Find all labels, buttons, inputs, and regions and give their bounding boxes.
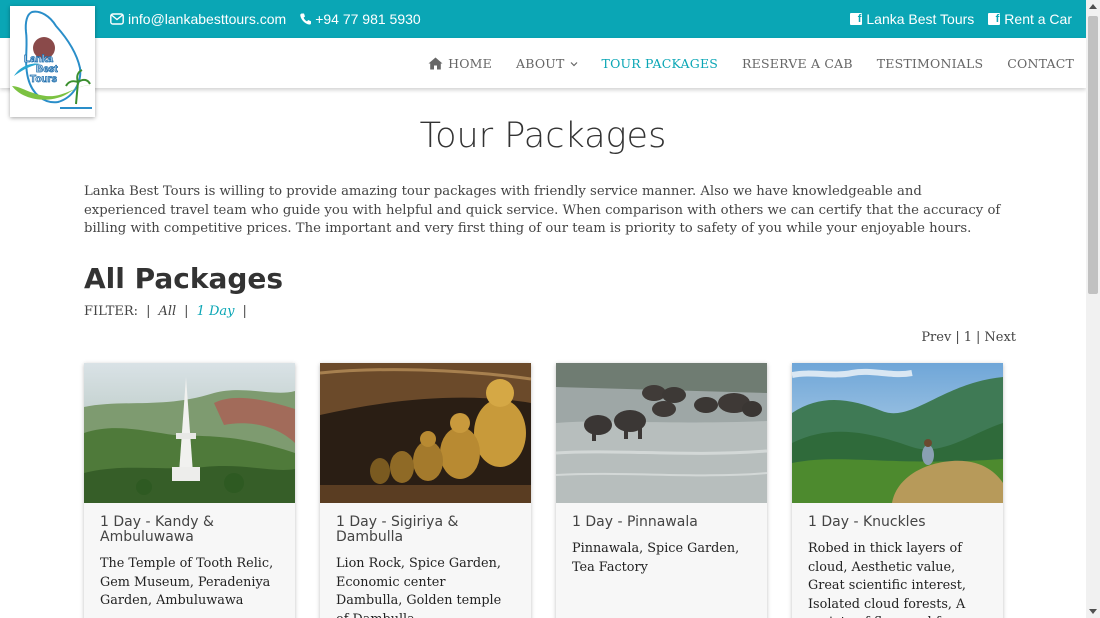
- package-description: Lion Rock, Spice Garden, Economic center…: [336, 556, 502, 618]
- pinnawala-elephants-photo: [556, 363, 767, 503]
- package-description: Robed in thick layers of cloud, Aestheti…: [808, 541, 972, 618]
- main-nav: HOME ABOUT TOUR PACKAGES RESERVE A CAB T…: [428, 56, 1074, 71]
- package-card-pinnawala[interactable]: 1 Day - Pinnawala Pinnawala, Spice Garde…: [556, 363, 767, 618]
- pager-page-1[interactable]: 1: [964, 330, 972, 345]
- package-title: 1 Day - Pinnawala: [572, 514, 698, 530]
- package-cards: 1 Day - Kandy & Ambuluwawa The Temple of…: [84, 363, 1003, 618]
- scroll-up-arrow-icon[interactable]: [1089, 4, 1097, 9]
- logo-text-line3: Tours: [30, 74, 57, 85]
- filter-separator: |: [242, 304, 247, 319]
- pager-prev[interactable]: Prev: [921, 330, 951, 345]
- dambulla-buddha-statues-photo: [320, 363, 531, 503]
- ambuluwawa-tower-photo: [84, 363, 295, 503]
- facebook-link-lanka-best-tours[interactable]: f Lanka Best Tours: [850, 11, 974, 27]
- package-card-knuckles[interactable]: 1 Day - Knuckles Robed in thick layers o…: [792, 363, 1003, 618]
- nav-label: RESERVE A CAB: [742, 56, 853, 71]
- phone-link[interactable]: +94 77 981 5930: [300, 11, 421, 27]
- package-title: 1 Day - Kandy & Ambuluwawa: [100, 514, 214, 545]
- page-scrollbar[interactable]: [1086, 0, 1100, 618]
- email-link[interactable]: info@lankabesttours.com: [110, 11, 286, 27]
- site-logo[interactable]: Lanka Best Tours: [10, 6, 95, 117]
- package-description: Pinnawala, Spice Garden, Tea Factory: [572, 541, 740, 575]
- page-title: Tour Packages: [419, 116, 667, 156]
- pager-separator: |: [955, 330, 960, 345]
- package-filter: FILTER: | All | 1 Day |: [84, 304, 247, 319]
- package-description: The Temple of Tooth Relic, Gem Museum, P…: [100, 556, 274, 609]
- scroll-down-arrow-icon[interactable]: [1089, 609, 1097, 614]
- contact-info: info@lankabesttours.com +94 77 981 5930: [110, 11, 421, 27]
- knuckles-mountain-photo: [792, 363, 1003, 503]
- filter-label: FILTER:: [84, 304, 139, 319]
- social-links: f Lanka Best Tours f Rent a Car: [850, 11, 1072, 27]
- filter-separator: |: [184, 304, 189, 319]
- top-bar: info@lankabesttours.com +94 77 981 5930 …: [0, 0, 1086, 38]
- facebook-icon: f: [850, 13, 863, 25]
- filter-separator: |: [146, 304, 151, 319]
- logo-image: Lanka Best Tours: [12, 10, 92, 109]
- package-title: 1 Day - Sigiriya & Dambulla: [336, 514, 459, 545]
- email-text: info@lankabesttours.com: [128, 11, 287, 27]
- social-label: Rent a Car: [1004, 11, 1072, 27]
- package-title: 1 Day - Knuckles: [808, 514, 926, 530]
- nav-item-about[interactable]: ABOUT: [516, 56, 578, 71]
- main-navbar: HOME ABOUT TOUR PACKAGES RESERVE A CAB T…: [0, 38, 1086, 88]
- package-card-kandy-ambuluwawa[interactable]: 1 Day - Kandy & Ambuluwawa The Temple of…: [84, 363, 295, 618]
- filter-option-all[interactable]: All: [158, 304, 176, 319]
- pagination: Prev | 1 | Next: [921, 330, 1016, 345]
- facebook-link-rent-a-car[interactable]: f Rent a Car: [988, 11, 1072, 27]
- home-icon: [428, 57, 443, 70]
- nav-item-testimonials[interactable]: TESTIMONIALS: [877, 56, 984, 71]
- section-title: All Packages: [84, 262, 284, 295]
- nav-label: TESTIMONIALS: [876, 56, 984, 71]
- filter-option-1-day[interactable]: 1 Day: [197, 304, 235, 319]
- nav-label: HOME: [448, 56, 492, 71]
- social-label: Lanka Best Tours: [866, 11, 975, 27]
- scrollbar-thumb[interactable]: [1088, 16, 1098, 294]
- pager-separator: |: [975, 330, 981, 345]
- package-card-sigiriya-dambulla[interactable]: 1 Day - Sigiriya & Dambulla Lion Rock, S…: [320, 363, 531, 618]
- nav-item-reserve-a-cab[interactable]: RESERVE A CAB: [742, 56, 853, 71]
- intro-paragraph: Lanka Best Tours is willing to provide a…: [84, 184, 1001, 237]
- nav-label: TOUR PACKAGES: [601, 56, 719, 71]
- nav-item-tour-packages[interactable]: TOUR PACKAGES: [602, 56, 719, 71]
- phone-text: +94 77 981 5930: [315, 11, 421, 27]
- facebook-icon: f: [988, 13, 1001, 25]
- envelope-icon: [110, 13, 124, 25]
- pager-next[interactable]: Next: [984, 330, 1016, 345]
- nav-label: CONTACT: [1007, 56, 1074, 71]
- nav-item-contact[interactable]: CONTACT: [1007, 56, 1074, 71]
- phone-icon: [300, 13, 312, 25]
- chevron-down-icon: [570, 61, 577, 66]
- nav-label: ABOUT: [515, 56, 565, 71]
- nav-item-home[interactable]: HOME: [428, 56, 492, 71]
